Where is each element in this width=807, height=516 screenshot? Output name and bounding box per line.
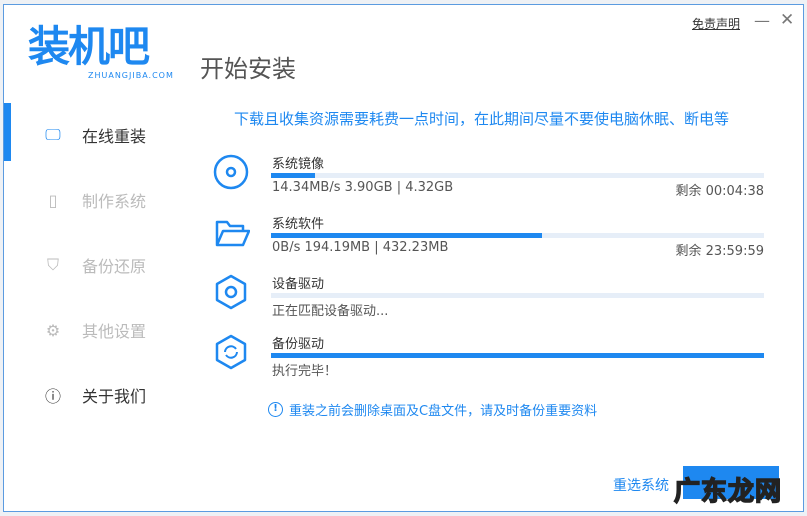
task-info: 0B/s 194.19MB | 432.23MB: [272, 240, 449, 255]
task-info: 14.34MB/s 3.90GB | 4.32GB: [272, 180, 454, 195]
reselect-system-link[interactable]: 重选系统: [613, 475, 669, 495]
task-backup-driver: 备份驱动 执行完毕！: [212, 333, 764, 393]
usb-icon: ▯: [48, 190, 58, 210]
page-title: 开始安装: [200, 55, 296, 83]
sidebar-item-label: 备份还原: [82, 257, 147, 276]
task-device-driver: 设备驱动 正在匹配设备驱动...: [212, 273, 764, 333]
sidebar-item-label: 关于我们: [82, 387, 147, 406]
sidebar-item-online-reinstall[interactable]: 🖵 在线重装: [42, 123, 146, 147]
watermark: 广东龙网: [673, 476, 783, 508]
gear-icon: [215, 274, 247, 310]
sidebar-item-label: 制作系统: [82, 192, 147, 211]
gear-refresh-icon: [215, 334, 247, 370]
gear-icon: ⚙: [45, 320, 61, 340]
sidebar-item-make-system[interactable]: ▯ 制作系统: [42, 188, 146, 212]
monitor-icon: 🖵: [45, 125, 61, 144]
minimize-button[interactable]: —: [754, 11, 770, 30]
task-system-image: 系统镜像 14.34MB/s 3.90GB | 4.32GB 剩余 00:04:…: [212, 153, 764, 213]
task-name: 系统软件: [272, 217, 325, 232]
sidebar-item-about[interactable]: ⓘ 关于我们: [42, 383, 146, 407]
progress-bar: [271, 173, 764, 178]
progress-bar: [271, 353, 764, 358]
installer-window: 装机吧 ZHUANGJIBA.COM 开始安装 免责声明 — ✕ 🖵 在线重装 ▯…: [3, 4, 804, 512]
task-name: 备份驱动: [272, 337, 325, 352]
logo-subtitle: ZHUANGJIBA.COM: [88, 71, 174, 80]
progress-fill: [271, 233, 543, 238]
progress-fill: [271, 353, 764, 358]
task-name: 设备驱动: [272, 277, 325, 292]
close-button[interactable]: ✕: [780, 10, 794, 30]
sidebar-item-label: 其他设置: [82, 322, 147, 341]
tip-text: 重装之前会删除桌面及C盘文件，请及时备份重要资料: [289, 404, 598, 419]
task-info: 正在匹配设备驱动...: [272, 304, 389, 319]
folder-icon: [215, 220, 250, 247]
progress-bar: [271, 293, 764, 298]
shield-icon: ⛉: [46, 255, 59, 274]
sidebar-item-label: 在线重装: [82, 127, 147, 146]
logo: 装机吧: [28, 22, 150, 71]
disclaimer-link[interactable]: 免责声明: [692, 15, 740, 32]
info-icon: !: [268, 402, 283, 417]
info-icon: ⓘ: [44, 387, 61, 406]
sidebar-item-other-settings[interactable]: ⚙ 其他设置: [42, 318, 146, 342]
task-info: 执行完毕！: [272, 364, 338, 379]
disc-icon: [213, 154, 249, 190]
task-system-software: 系统软件 0B/s 194.19MB | 432.23MB 剩余 23:59:5…: [212, 213, 764, 273]
progress-bar: [271, 233, 764, 238]
active-indicator: [4, 103, 11, 161]
task-remaining: 剩余 00:04:38: [675, 184, 764, 199]
task-remaining: 剩余 23:59:59: [675, 244, 764, 259]
task-name: 系统镜像: [272, 157, 325, 172]
notice-text: 下载且收集资源需要耗费一点时间，在此期间尽量不要使电脑休眠、断电等: [234, 110, 730, 128]
warning-tip: ! 重装之前会删除桌面及C盘文件，请及时备份重要资料: [268, 400, 597, 419]
progress-fill: [271, 173, 316, 178]
sidebar-item-backup-restore[interactable]: ⛉ 备份还原: [42, 253, 146, 277]
